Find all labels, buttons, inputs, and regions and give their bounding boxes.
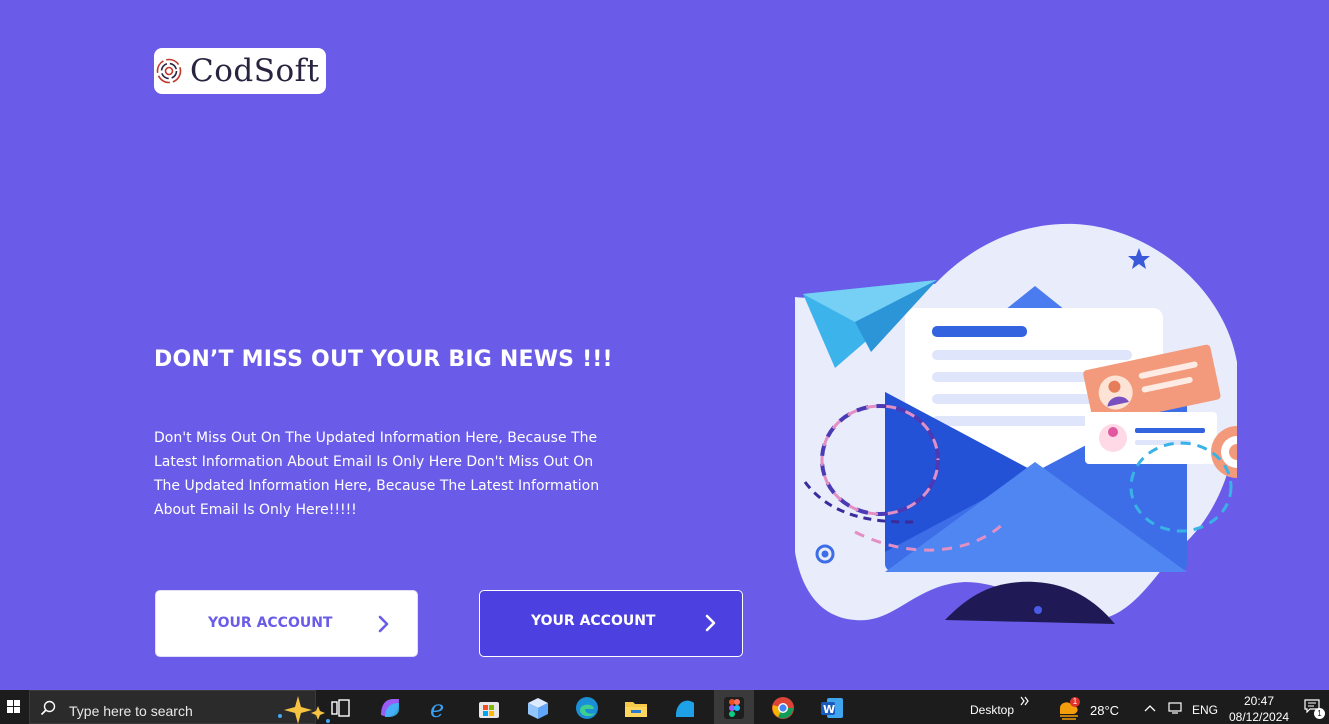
weather-alert-badge: 1 xyxy=(1070,697,1080,707)
your-account-button-dark[interactable]: YOUR ACCOUNT xyxy=(479,590,743,657)
hero-description: Don't Miss Out On The Updated Informatio… xyxy=(154,430,600,518)
chevron-right-icon xyxy=(705,614,716,632)
notification-center-button[interactable]: 1 xyxy=(1300,696,1326,720)
copilot-sparkle-icon xyxy=(278,696,330,724)
microsoft-store-icon[interactable] xyxy=(476,695,502,721)
file-explorer-icon[interactable] xyxy=(623,695,649,721)
figma-icon[interactable] xyxy=(721,695,747,721)
copilot-icon[interactable] xyxy=(377,695,403,721)
landing-page: CodSoft DON’T MISS OUT YOUR BIG NEWS !!!… xyxy=(0,0,1329,690)
chevron-right-icon xyxy=(378,615,389,633)
svg-text:e: e xyxy=(430,695,444,721)
network-icon[interactable] xyxy=(1168,702,1182,714)
your-account-button-light[interactable]: YOUR ACCOUNT xyxy=(155,590,418,657)
your-account-button-label: YOUR ACCOUNT xyxy=(208,615,333,631)
email-newsletter-illustration xyxy=(795,223,1237,624)
weather-temperature: 28°C xyxy=(1090,703,1120,718)
clock-date: 08/12/2024 xyxy=(1229,710,1290,724)
start-button[interactable] xyxy=(0,690,28,724)
clock-time: 20:47 xyxy=(1244,694,1275,708)
logo-mark-icon xyxy=(156,58,182,84)
start-icon xyxy=(7,700,20,713)
edge-icon[interactable] xyxy=(574,695,600,721)
language-indicator[interactable]: ENG xyxy=(1192,703,1218,717)
clock[interactable]: 20:47 08/12/2024 xyxy=(1226,692,1290,724)
notification-count-badge: 1 xyxy=(1314,708,1325,719)
weather-widget[interactable]: 1 28°C xyxy=(1056,690,1122,724)
search-icon xyxy=(40,700,56,716)
chrome-icon[interactable] xyxy=(770,695,796,721)
desktop-toolbar-label[interactable]: Desktop xyxy=(970,703,1014,717)
3d-box-icon[interactable] xyxy=(525,695,551,721)
task-view-icon[interactable] xyxy=(328,695,354,721)
app-icon[interactable] xyxy=(672,695,698,721)
your-account-button-label: YOUR ACCOUNT xyxy=(531,613,656,629)
taskbar-search-box[interactable]: Type here to search xyxy=(29,690,330,724)
search-placeholder: Type here to search xyxy=(69,703,193,719)
logo-text: CodSoft xyxy=(190,53,320,89)
internet-explorer-icon[interactable]: e xyxy=(427,695,453,721)
word-icon[interactable]: W xyxy=(819,695,845,721)
codsoft-logo[interactable]: CodSoft xyxy=(154,48,326,94)
windows-taskbar: Type here to search e W Desktop 1 28°C E… xyxy=(0,690,1329,724)
toolbar-expand-icon[interactable] xyxy=(1020,696,1030,706)
hero-headline: DON’T MISS OUT YOUR BIG NEWS !!! xyxy=(154,347,613,372)
svg-text:W: W xyxy=(823,703,835,716)
chevron-up-icon[interactable] xyxy=(1144,704,1156,712)
